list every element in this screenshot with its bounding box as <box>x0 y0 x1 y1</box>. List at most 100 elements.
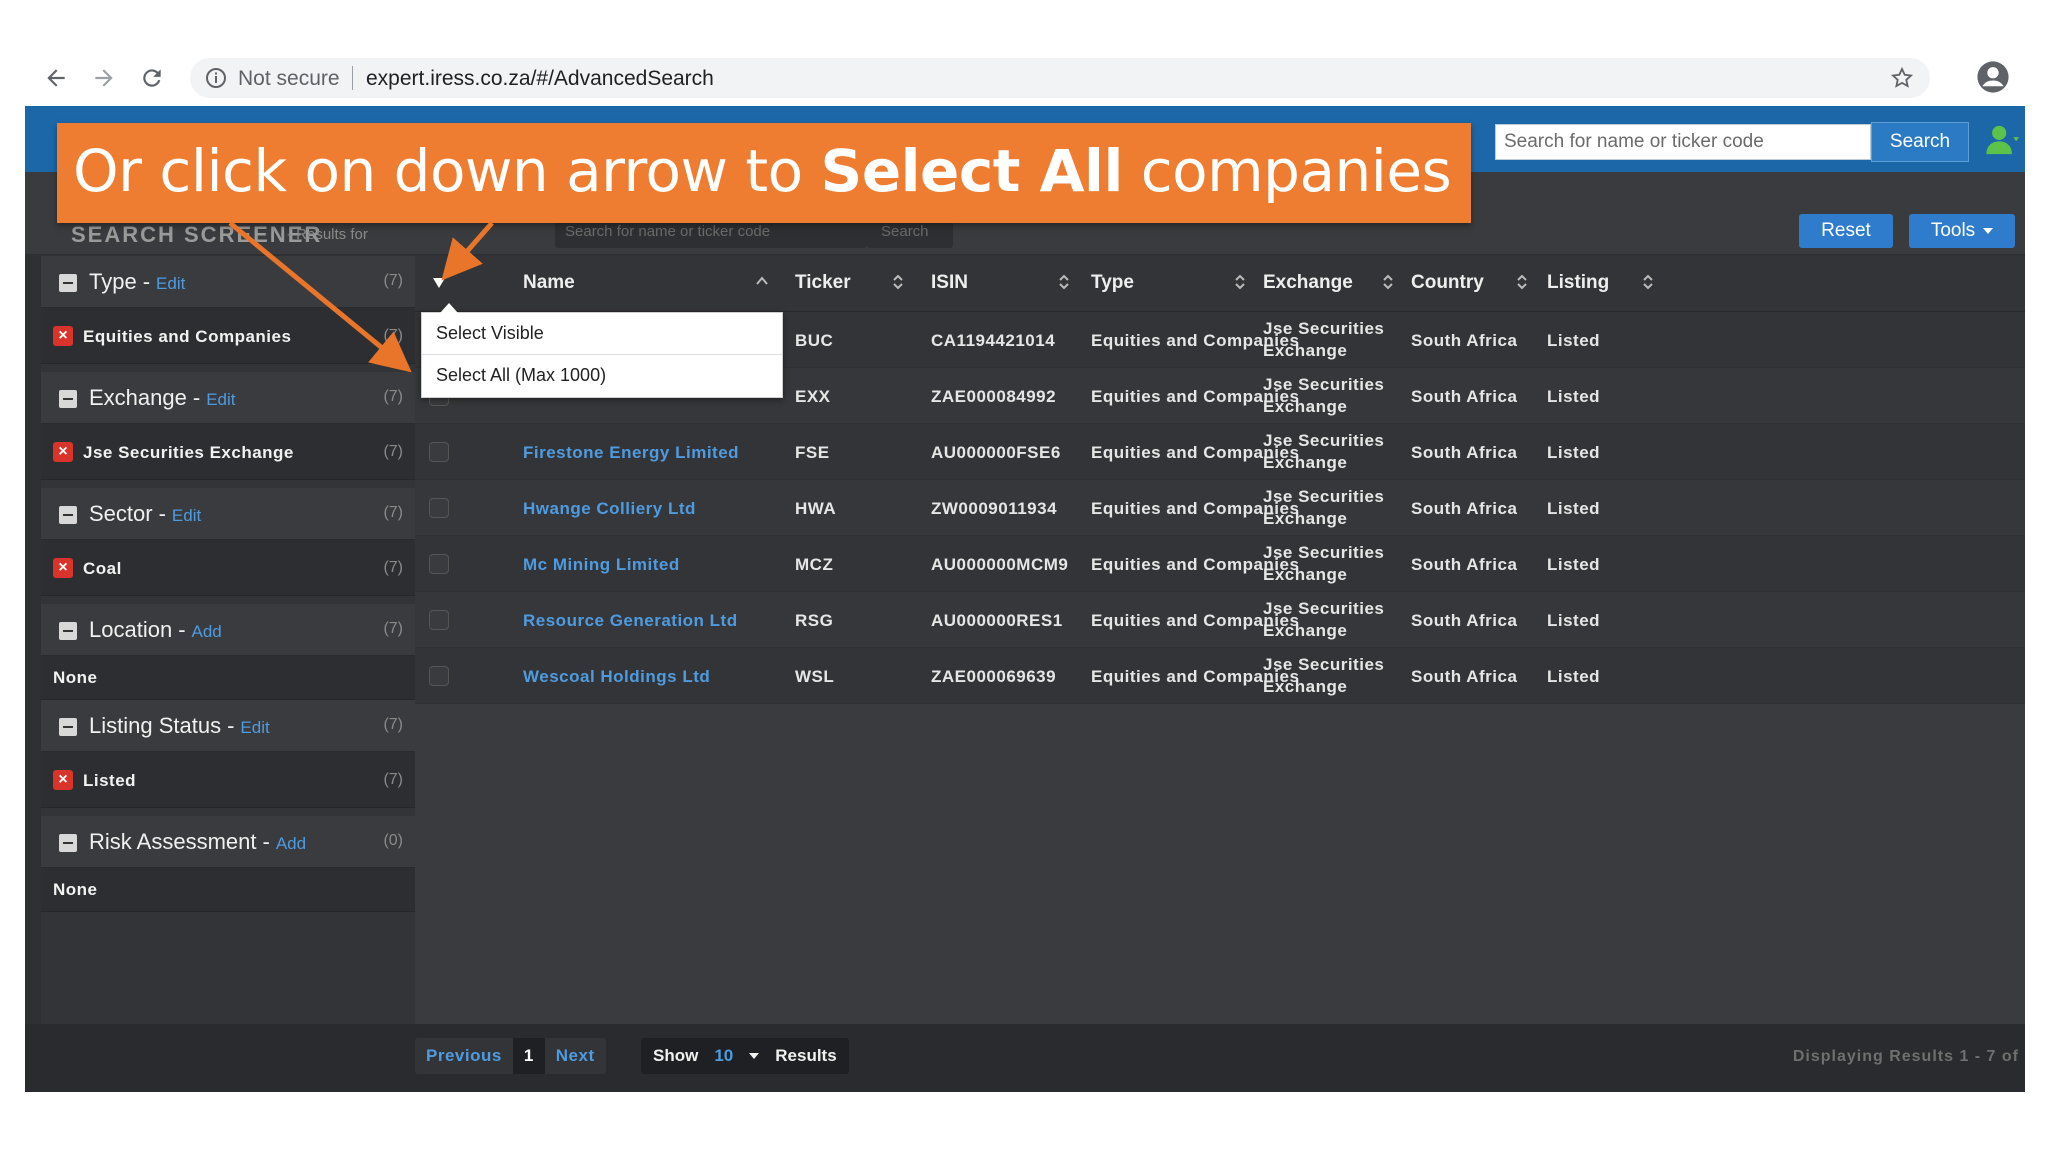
listing-cell: Listed <box>1547 667 1601 686</box>
country-cell: South Africa <box>1411 499 1518 518</box>
sort-icon[interactable] <box>891 272 905 292</box>
show-label: Show <box>653 1046 699 1065</box>
filter-section-listing-status[interactable]: Listing Status - Edit (7) <box>41 700 415 752</box>
sort-asc-icon[interactable] <box>755 272 769 292</box>
filter-item-label: Coal <box>83 559 122 578</box>
next-page-button[interactable]: Next <box>545 1038 606 1074</box>
column-header-name[interactable]: Name <box>523 272 575 294</box>
company-name-link[interactable]: Firestone Energy Limited <box>523 443 739 463</box>
back-icon[interactable] <box>38 60 74 96</box>
page-size-selector[interactable]: Show 10 Results <box>641 1038 849 1074</box>
filter-item: None <box>41 868 415 912</box>
select-dropdown-arrow-icon[interactable] <box>433 278 445 288</box>
callout-text-bold: Select All <box>820 137 1124 205</box>
collapse-icon[interactable] <box>59 274 77 292</box>
filter-title: Exchange <box>89 385 187 410</box>
current-page-button[interactable]: 1 <box>512 1038 545 1074</box>
search-button[interactable]: Search <box>1871 122 1969 162</box>
sort-icon[interactable] <box>1641 272 1655 292</box>
filter-title: Sector <box>89 501 153 526</box>
remove-icon[interactable]: × <box>53 442 73 462</box>
filter-section-exchange[interactable]: Exchange - Edit (7) <box>41 372 415 424</box>
reset-button[interactable]: Reset <box>1799 214 1893 248</box>
edit-link[interactable]: Edit <box>156 274 185 293</box>
url-text[interactable]: expert.iress.co.za/#/AdvancedSearch <box>366 67 714 91</box>
info-icon[interactable] <box>204 66 228 90</box>
column-header-exchange[interactable]: Exchange <box>1263 272 1353 294</box>
column-header-ticker[interactable]: Ticker <box>795 272 851 294</box>
row-checkbox[interactable] <box>429 442 449 462</box>
filter-item-count: (7) <box>383 771 403 788</box>
company-name-link[interactable]: Resource Generation Ltd <box>523 611 738 631</box>
edit-link[interactable]: Edit <box>240 718 269 737</box>
remove-icon[interactable]: × <box>53 558 73 578</box>
row-checkbox[interactable] <box>429 666 449 686</box>
listing-cell: Listed <box>1547 499 1601 518</box>
app-window: Search for name or ticker code Search SE… <box>25 106 2025 1092</box>
previous-page-button[interactable]: Previous <box>415 1038 513 1074</box>
edit-link[interactable]: Edit <box>206 390 235 409</box>
sort-icon[interactable] <box>1515 272 1529 292</box>
bookmark-star-icon[interactable] <box>1890 66 1914 90</box>
sort-icon[interactable] <box>1057 272 1071 292</box>
company-name-link[interactable]: Hwange Colliery Ltd <box>523 499 696 519</box>
user-icon[interactable] <box>1985 122 2019 158</box>
sort-icon[interactable] <box>1233 272 1247 292</box>
column-header-isin[interactable]: ISIN <box>931 272 968 294</box>
forward-icon[interactable] <box>86 60 122 96</box>
isin-cell: ZW0009011934 <box>931 499 1058 518</box>
table-row[interactable]: Mc Mining Limited MCZ AU000000MCM9 Equit… <box>415 536 2025 592</box>
tutorial-callout: Or click on down arrow to Select All com… <box>57 123 1471 223</box>
filter-item: × Listed (7) <box>41 752 415 808</box>
chevron-down-icon[interactable] <box>749 1053 760 1059</box>
select-all-option[interactable]: Select All (Max 1000) <box>422 354 782 395</box>
row-checkbox[interactable] <box>429 498 449 518</box>
filter-item-count: (7) <box>383 443 403 460</box>
filter-section-type[interactable]: Type - Edit (7) <box>41 256 415 308</box>
page-size-value[interactable]: 10 <box>714 1046 733 1066</box>
tools-button[interactable]: Tools <box>1909 214 2015 248</box>
search-input[interactable]: Search for name or ticker code <box>1495 124 1871 160</box>
table-row[interactable]: Wescoal Holdings Ltd WSL ZAE000069639 Eq… <box>415 648 2025 704</box>
collapse-icon[interactable] <box>59 506 77 524</box>
address-bar[interactable]: Not secure expert.iress.co.za/#/Advanced… <box>190 58 1930 98</box>
country-cell: South Africa <box>1411 667 1518 686</box>
column-header-listing[interactable]: Listing <box>1547 272 1609 294</box>
remove-icon[interactable]: × <box>53 770 73 790</box>
filter-section-location[interactable]: Location - Add (7) <box>41 604 415 656</box>
table-row[interactable]: Hwange Colliery Ltd HWA ZW0009011934 Equ… <box>415 480 2025 536</box>
country-cell: South Africa <box>1411 387 1518 406</box>
table-row[interactable]: Firestone Energy Limited FSE AU000000FSE… <box>415 424 2025 480</box>
company-name-link[interactable]: Mc Mining Limited <box>523 555 680 575</box>
sort-icon[interactable] <box>1381 272 1395 292</box>
column-header-type[interactable]: Type <box>1091 272 1134 294</box>
account-icon[interactable] <box>1976 60 2010 94</box>
listing-cell: Listed <box>1547 443 1601 462</box>
select-visible-option[interactable]: Select Visible <box>422 313 782 354</box>
table-row[interactable]: Resource Generation Ltd RSG AU000000RES1… <box>415 592 2025 648</box>
column-header-country[interactable]: Country <box>1411 272 1484 294</box>
collapse-icon[interactable] <box>59 390 77 408</box>
reload-icon[interactable] <box>134 60 170 96</box>
select-dropdown-menu: Select Visible Select All (Max 1000) <box>421 303 783 398</box>
filter-count: (7) <box>383 388 403 405</box>
collapse-icon[interactable] <box>59 718 77 736</box>
company-name-link[interactable]: Wescoal Holdings Ltd <box>523 667 710 687</box>
collapse-icon[interactable] <box>59 622 77 640</box>
add-link[interactable]: Add <box>276 834 306 853</box>
filter-section-risk-assessment[interactable]: Risk Assessment - Add (0) <box>41 816 415 868</box>
row-checkbox[interactable] <box>429 554 449 574</box>
collapse-icon[interactable] <box>59 834 77 852</box>
row-checkbox[interactable] <box>429 610 449 630</box>
filter-item-count: (7) <box>383 327 403 344</box>
filter-section-sector[interactable]: Sector - Edit (7) <box>41 488 415 540</box>
filter-item-label: Equities and Companies <box>83 327 292 346</box>
chevron-down-icon <box>1983 228 1994 234</box>
add-link[interactable]: Add <box>192 622 222 641</box>
pager: Previous 1 Next <box>415 1038 606 1074</box>
filter-item: × Jse Securities Exchange (7) <box>41 424 415 480</box>
ticker-cell: EXX <box>795 387 831 406</box>
edit-link[interactable]: Edit <box>172 506 201 525</box>
filter-item-label: Jse Securities Exchange <box>83 443 294 462</box>
remove-icon[interactable]: × <box>53 326 73 346</box>
